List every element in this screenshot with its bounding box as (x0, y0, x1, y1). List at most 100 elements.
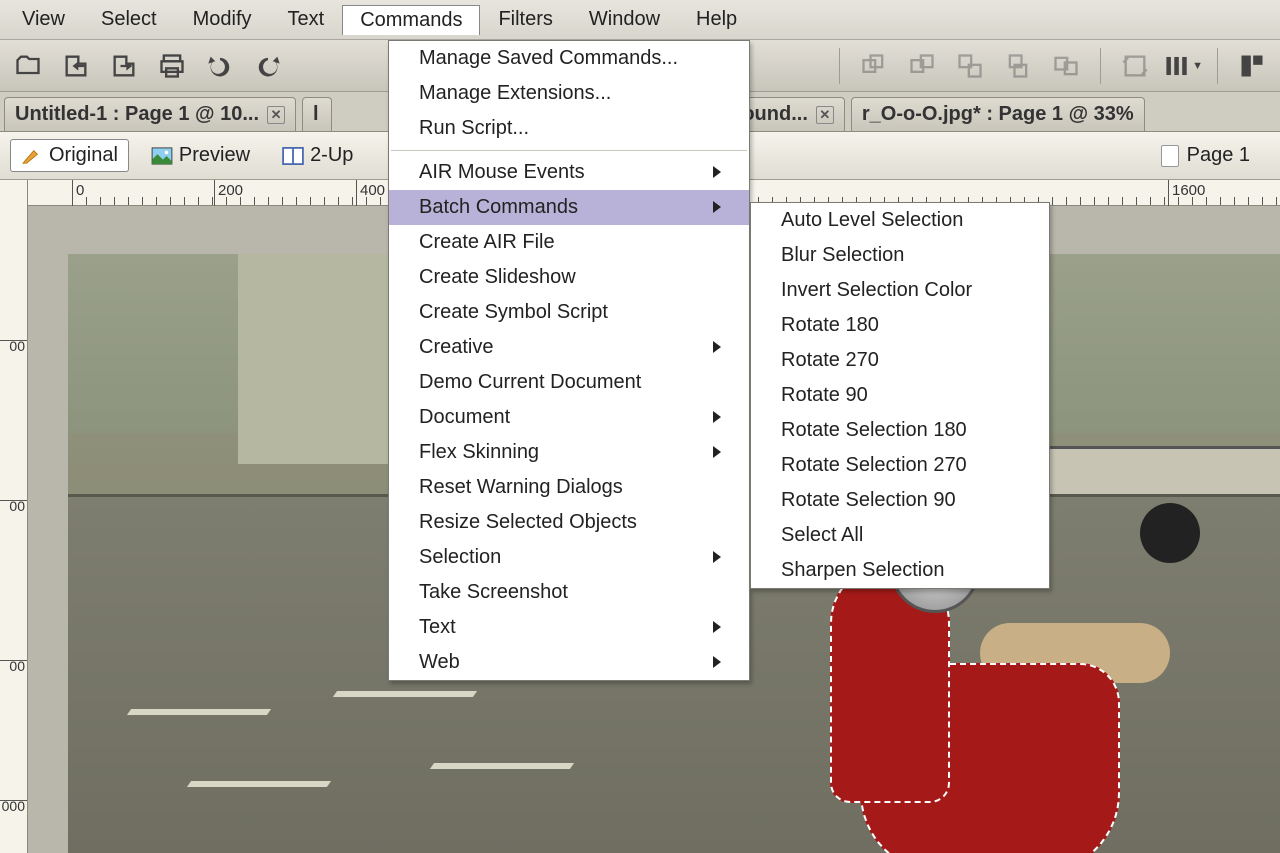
close-icon[interactable]: ✕ (267, 106, 285, 124)
export-icon[interactable] (104, 46, 144, 86)
menu-text[interactable]: Text (270, 4, 343, 35)
document-tab[interactable]: Untitled-1 : Page 1 @ 10... ✕ (4, 97, 296, 131)
menu-item-batch-commands[interactable]: Batch Commands (389, 190, 749, 225)
align-icon[interactable] (902, 46, 942, 86)
submenu-arrow-icon (673, 196, 721, 219)
open-icon[interactable] (8, 46, 48, 86)
more-icon[interactable] (1232, 46, 1272, 86)
print-icon[interactable] (152, 46, 192, 86)
menu-item-demo-doc[interactable]: Demo Current Document (389, 365, 749, 400)
menu-item-label: Create AIR File (419, 231, 555, 254)
submenu-item[interactable]: Rotate Selection 180 (751, 413, 1049, 448)
menu-item-slideshow[interactable]: Create Slideshow (389, 260, 749, 295)
transform-icon[interactable] (1115, 46, 1155, 86)
menu-item-label: Flex Skinning (419, 441, 539, 464)
menu-item-label: Select All (781, 524, 863, 547)
menu-item-label: Rotate Selection 180 (781, 419, 967, 442)
toolbar-separator (839, 48, 840, 84)
align-icon[interactable] (998, 46, 1038, 86)
ruler-mark: 00 (9, 338, 25, 354)
page-selector[interactable]: Page 1 (1161, 144, 1270, 167)
distribute-icon[interactable]: ▼ (1163, 46, 1203, 86)
document-tab[interactable]: l (302, 97, 332, 131)
view-label: Original (49, 144, 118, 167)
menu-item-label: Create Slideshow (419, 266, 576, 289)
menu-item-document[interactable]: Document (389, 400, 749, 435)
ruler-mark: 00 (9, 658, 25, 674)
menu-item-creative[interactable]: Creative (389, 330, 749, 365)
group-icon[interactable] (854, 46, 894, 86)
redo-icon[interactable] (248, 46, 288, 86)
ruler-mark: 00 (9, 498, 25, 514)
menu-view[interactable]: View (4, 4, 83, 35)
menu-item-label: Reset Warning Dialogs (419, 476, 623, 499)
menu-item-reset-warnings[interactable]: Reset Warning Dialogs (389, 470, 749, 505)
menu-item-label: Rotate 90 (781, 384, 868, 407)
menu-item-manage-saved[interactable]: Manage Saved Commands... (389, 41, 749, 76)
menu-item-web[interactable]: Web (389, 645, 749, 680)
menu-item-label: Invert Selection Color (781, 279, 972, 302)
submenu-item[interactable]: Blur Selection (751, 238, 1049, 273)
menu-item-label: Demo Current Document (419, 371, 641, 394)
submenu-arrow-icon (673, 651, 721, 674)
menu-select[interactable]: Select (83, 4, 175, 35)
menu-item-label: Rotate 270 (781, 349, 879, 372)
menu-item-air-mouse[interactable]: AIR Mouse Events (389, 155, 749, 190)
menu-item-symbol-script[interactable]: Create Symbol Script (389, 295, 749, 330)
ruler-mark: 0 (76, 182, 84, 199)
document-tab[interactable]: r_O-o-O.jpg* : Page 1 @ 33% (851, 97, 1145, 131)
view-2up-button[interactable]: 2-Up (272, 140, 363, 171)
submenu-arrow-icon (673, 336, 721, 359)
menu-item-screenshot[interactable]: Take Screenshot (389, 575, 749, 610)
submenu-arrow-icon (673, 441, 721, 464)
menu-item-text[interactable]: Text (389, 610, 749, 645)
view-preview-button[interactable]: Preview (141, 140, 260, 171)
menu-item-selection[interactable]: Selection (389, 540, 749, 575)
submenu-arrow-icon (673, 616, 721, 639)
view-original-button[interactable]: Original (10, 139, 129, 172)
close-icon[interactable]: ✕ (816, 106, 834, 124)
vertical-ruler: 00 00 00 000 (0, 180, 28, 853)
submenu-item[interactable]: Select All (751, 518, 1049, 553)
menu-item-create-air[interactable]: Create AIR File (389, 225, 749, 260)
menu-item-label: AIR Mouse Events (419, 161, 585, 184)
menu-item-manage-ext[interactable]: Manage Extensions... (389, 76, 749, 111)
menu-bar: View Select Modify Text Commands Filters… (0, 0, 1280, 40)
menu-item-resize-objects[interactable]: Resize Selected Objects (389, 505, 749, 540)
menu-window[interactable]: Window (571, 4, 678, 35)
toolbar-separator (1100, 48, 1101, 84)
commands-dropdown: Manage Saved Commands... Manage Extensio… (388, 40, 750, 681)
menu-item-flex-skinning[interactable]: Flex Skinning (389, 435, 749, 470)
menu-item-label: Rotate Selection 90 (781, 489, 956, 512)
submenu-item[interactable]: Rotate 270 (751, 343, 1049, 378)
submenu-arrow-icon (673, 406, 721, 429)
submenu-item[interactable]: Rotate Selection 90 (751, 483, 1049, 518)
submenu-item[interactable]: Rotate Selection 270 (751, 448, 1049, 483)
import-icon[interactable] (56, 46, 96, 86)
ruler-mark: 000 (2, 798, 25, 814)
menu-item-label: Take Screenshot (419, 581, 568, 604)
undo-icon[interactable] (200, 46, 240, 86)
menu-modify[interactable]: Modify (175, 4, 270, 35)
menu-filters[interactable]: Filters (480, 4, 570, 35)
submenu-item[interactable]: Sharpen Selection (751, 553, 1049, 588)
menu-item-label: Sharpen Selection (781, 559, 944, 582)
menu-item-label: Auto Level Selection (781, 209, 963, 232)
toolbar-separator (1217, 48, 1218, 84)
submenu-arrow-icon (673, 161, 721, 184)
menu-commands[interactable]: Commands (342, 5, 480, 35)
align-icon[interactable] (950, 46, 990, 86)
ruler-mark: 1600 (1172, 182, 1205, 199)
menu-help[interactable]: Help (678, 4, 755, 35)
image-icon (151, 147, 173, 165)
menu-item-run-script[interactable]: Run Script... (389, 111, 749, 146)
submenu-item[interactable]: Invert Selection Color (751, 273, 1049, 308)
submenu-item[interactable]: Rotate 180 (751, 308, 1049, 343)
align-icon[interactable] (1046, 46, 1086, 86)
menu-item-label: Blur Selection (781, 244, 904, 267)
submenu-item[interactable]: Auto Level Selection (751, 203, 1049, 238)
submenu-item[interactable]: Rotate 90 (751, 378, 1049, 413)
menu-separator (391, 150, 747, 151)
menu-item-label: Resize Selected Objects (419, 511, 637, 534)
view-label: Preview (179, 144, 250, 167)
